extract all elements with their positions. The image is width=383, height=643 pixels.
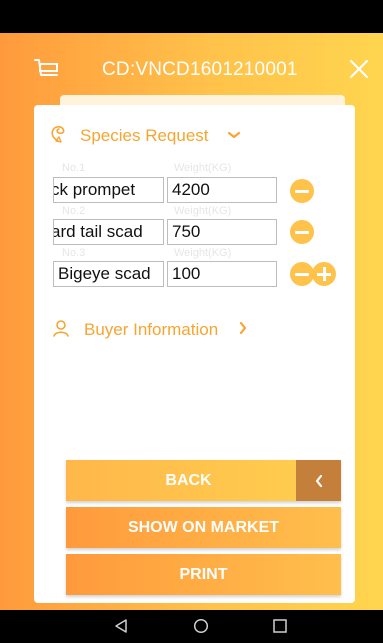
minus-icon [295,230,309,234]
minus-icon [295,189,309,193]
chevron-left-icon [296,460,341,501]
weight-field[interactable]: 750 [167,219,277,245]
weight-field[interactable]: 100 [167,261,277,287]
back-button[interactable]: BACK [66,460,341,501]
buyer-information-title: Buyer Information [84,320,219,339]
back-button-label: BACK [165,471,212,489]
show-on-market-button[interactable]: SHOW ON MARKET [66,507,341,548]
row-number-hint: No.1 [62,162,86,174]
species-request-header[interactable]: Species Request [50,125,241,147]
close-icon[interactable] [348,58,370,80]
system-nav-bar [0,610,383,643]
weight-hint: Weight(KG) [174,162,232,174]
row-number-hint: No.2 [62,205,86,217]
buyer-information-header[interactable]: Buyer Information [52,319,248,341]
species-field[interactable]: Bigeye scad [53,261,164,287]
row-number-hint: No.3 [62,247,86,259]
print-button-label: PRINT [179,565,228,583]
status-bar [0,0,383,33]
species-field[interactable]: ard tail scad [53,219,164,245]
minus-icon [295,272,309,276]
species-request-title: Species Request [80,126,209,145]
cart-icon[interactable] [34,58,60,80]
page-title: CD:VNCD1601210001 [102,59,298,80]
chevron-down-icon [227,127,241,145]
weight-field[interactable]: 4200 [167,177,277,203]
person-icon [52,319,70,342]
nav-home-icon[interactable] [193,618,209,639]
chevron-right-icon [238,321,248,340]
show-on-market-label: SHOW ON MARKET [127,518,280,536]
print-button[interactable]: PRINT [66,554,341,595]
remove-species-button[interactable] [290,262,314,286]
nav-back-icon[interactable] [113,618,129,639]
remove-species-button[interactable] [290,220,314,244]
nav-recents-icon[interactable] [272,618,288,639]
species-field[interactable]: ck prompet [53,177,164,203]
plus-icon [317,267,331,281]
remove-species-button[interactable] [290,179,314,203]
weight-hint: Weight(KG) [174,205,232,217]
add-species-button[interactable] [312,262,336,286]
weight-hint: Weight(KG) [174,247,232,259]
fish-icon [50,125,66,148]
